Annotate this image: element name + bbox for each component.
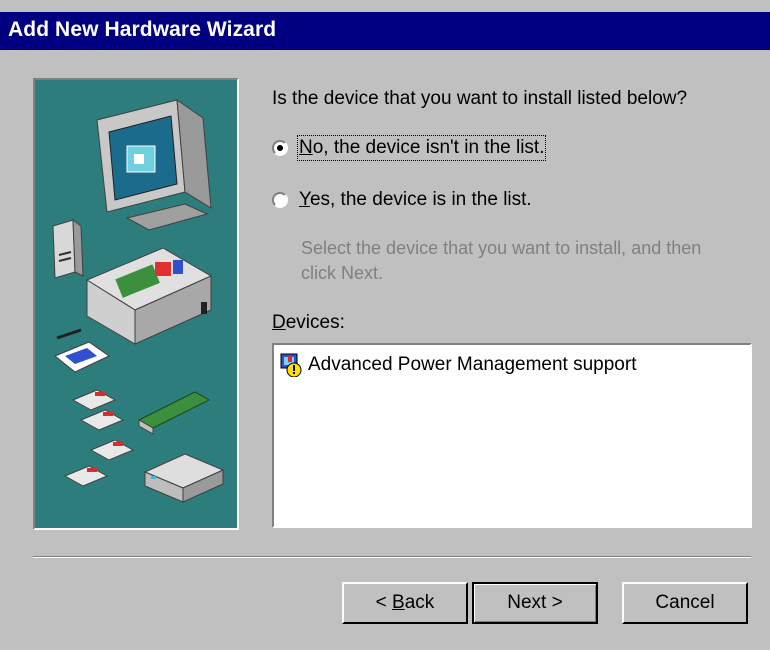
next-label: Next > xyxy=(507,592,563,613)
list-item-label: Advanced Power Management support xyxy=(308,354,637,375)
mnemonic-d: D xyxy=(272,312,286,333)
device-warning-icon xyxy=(280,353,302,378)
back-button[interactable]: < Back xyxy=(342,582,468,624)
devices-label: Devices: xyxy=(272,312,345,334)
back-prefix: < xyxy=(375,592,393,613)
radio-option-not-in-list[interactable]: No, the device isn't in the list. xyxy=(272,135,547,161)
back-label: ack xyxy=(404,592,435,613)
mnemonic-b: B xyxy=(392,592,405,613)
radio-button-unselected[interactable] xyxy=(272,192,288,208)
radio-label-not-in-list[interactable]: No, the device isn't in the list. xyxy=(296,135,547,161)
cancel-label: Cancel xyxy=(655,592,715,613)
list-item[interactable]: Advanced Power Management support xyxy=(280,353,637,378)
question-text: Is the device that you want to install l… xyxy=(272,88,688,109)
hint-text: Select the device that you want to insta… xyxy=(301,238,702,283)
wizard-window: Add New Hardware Wizard Is the device th… xyxy=(0,0,770,650)
next-button[interactable]: Next > xyxy=(472,582,598,624)
mnemonic-n: N xyxy=(299,137,313,158)
radio-option-in-list[interactable]: Yes, the device is in the list. xyxy=(272,187,532,213)
radio-dot xyxy=(277,145,283,151)
option-text-in-list: es, the device is in the list. xyxy=(309,189,532,210)
radio-label-in-list[interactable]: Yes, the device is in the list. xyxy=(299,189,532,211)
computer-hardware-illustration-icon xyxy=(52,98,225,503)
cancel-button[interactable]: Cancel xyxy=(622,582,748,624)
separator xyxy=(33,556,751,558)
mnemonic-y: Y xyxy=(299,189,310,210)
devices-label-text: evices: xyxy=(285,312,345,333)
hardware-illustration xyxy=(33,78,239,530)
title-bar[interactable]: Add New Hardware Wizard xyxy=(0,12,770,50)
window-title: Add New Hardware Wizard xyxy=(8,18,277,41)
devices-listbox[interactable]: Advanced Power Management support xyxy=(272,343,752,528)
option-text-not-in-list: o, the device isn't in the list. xyxy=(312,137,545,158)
radio-button-selected[interactable] xyxy=(272,140,288,156)
